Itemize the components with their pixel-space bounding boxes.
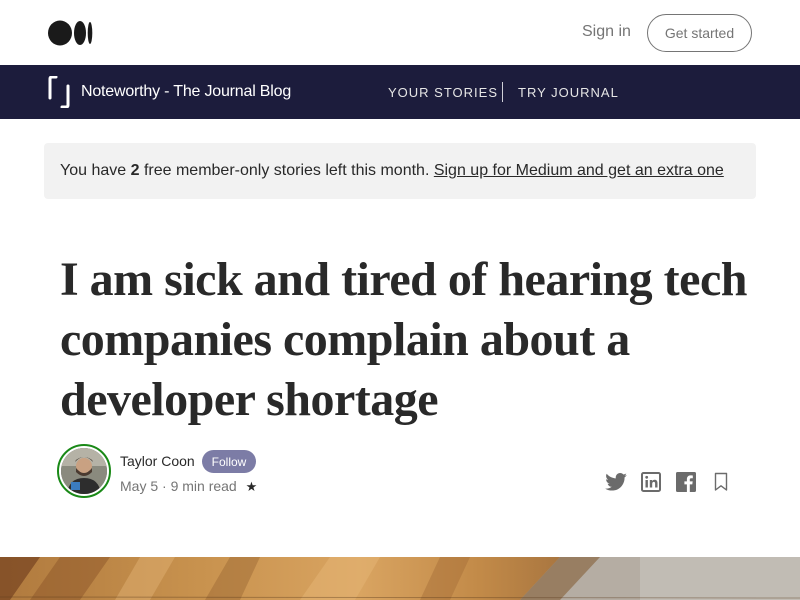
banner-prefix: You have — [60, 162, 131, 179]
avatar-photo — [61, 448, 107, 494]
author-name[interactable]: Taylor Coon — [120, 453, 195, 469]
bookmark-icon[interactable] — [710, 471, 732, 493]
banner-text: You have 2 free member-only stories left… — [60, 162, 724, 180]
follow-button[interactable]: Follow — [202, 450, 256, 473]
hero-image — [0, 557, 800, 600]
banner-suffix: free member-only stories left this month… — [139, 162, 434, 179]
meta-separator: · — [162, 478, 167, 494]
nav-try-journal[interactable]: TRY JOURNAL — [518, 85, 619, 100]
publication-bar: Noteworthy - The Journal Blog YOUR STORI… — [0, 65, 800, 119]
linkedin-icon[interactable] — [640, 471, 662, 493]
banner-count: 2 — [130, 162, 140, 179]
signup-link[interactable]: Sign up for Medium and get an extra one — [434, 162, 724, 179]
get-started-button[interactable]: Get started — [647, 14, 752, 52]
article-title: I am sick and tired of hearing tech comp… — [60, 253, 747, 426]
facebook-icon[interactable] — [675, 471, 697, 493]
sign-in-link[interactable]: Sign in — [582, 23, 631, 41]
article-meta: May 5 · 9 min read ★ — [120, 478, 257, 495]
member-star-icon: ★ — [245, 479, 258, 494]
medium-logo-icon[interactable] — [48, 20, 94, 46]
nav-your-stories[interactable]: YOUR STORIES — [388, 85, 498, 100]
nav-divider — [502, 82, 503, 102]
read-time: 9 min read — [170, 478, 237, 494]
member-stories-banner: You have 2 free member-only stories left… — [44, 143, 756, 199]
wood-desk-photo — [0, 557, 800, 600]
publication-name[interactable]: Noteworthy - The Journal Blog — [81, 83, 291, 101]
author-avatar[interactable] — [61, 448, 107, 494]
journal-bracket-icon[interactable] — [48, 76, 70, 108]
publish-date[interactable]: May 5 — [120, 478, 158, 494]
twitter-icon[interactable] — [605, 471, 627, 493]
top-bar: Sign in Get started — [0, 0, 800, 65]
